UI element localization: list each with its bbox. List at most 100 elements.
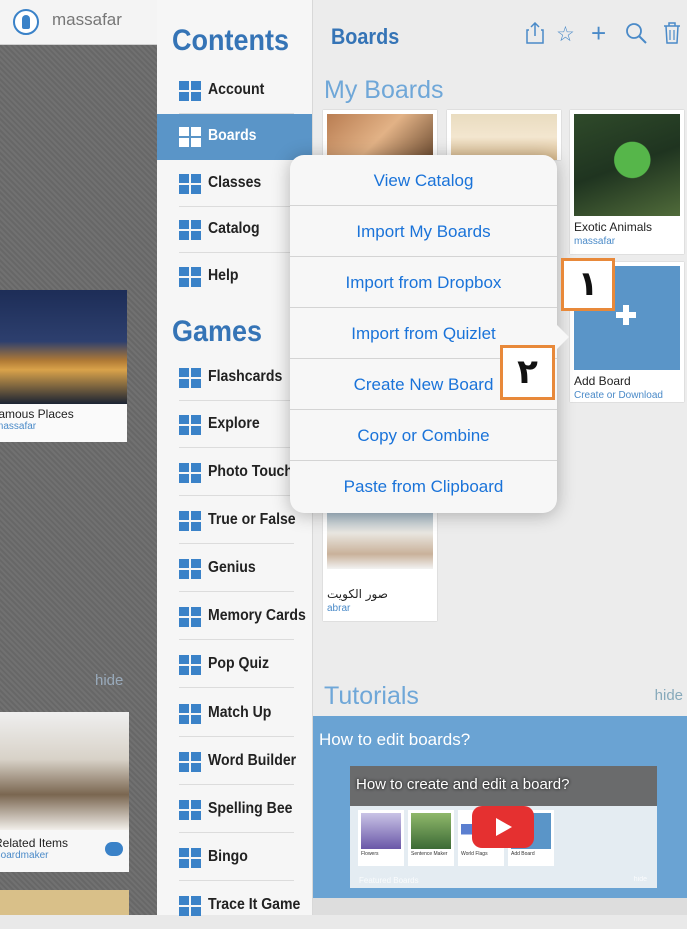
nav-item-label: Match Up <box>208 704 272 721</box>
menu-item-paste-clipboard[interactable]: Paste from Clipboard <box>290 461 557 512</box>
grid-icon <box>179 220 201 240</box>
separator <box>179 447 294 448</box>
famous-places-owner: massafar <box>0 421 37 432</box>
contents-title: Contents <box>172 24 289 57</box>
nav-item-flashcards[interactable]: Flashcards <box>157 355 312 401</box>
grid-icon <box>179 800 201 820</box>
nav-item-true-or-false[interactable]: True or False <box>157 498 312 544</box>
separator <box>179 252 294 253</box>
board-tile-cat[interactable] <box>323 110 437 160</box>
separator <box>179 880 294 881</box>
grid-icon <box>179 463 201 483</box>
separator <box>179 543 294 544</box>
tutorial-box: How to edit boards? How to create and ed… <box>313 716 687 898</box>
menu-item-copy-combine[interactable]: Copy or Combine <box>290 410 557 461</box>
nav-item-label: True or False <box>208 511 296 528</box>
user-name: massafar <box>52 10 122 29</box>
board-owner: massafar <box>574 236 616 247</box>
board-tile-child[interactable] <box>447 110 561 160</box>
user-bar[interactable]: massafar <box>0 0 157 45</box>
grid-icon <box>179 559 201 579</box>
my-boards-title: My Boards <box>324 76 444 104</box>
famous-places-tile[interactable]: Famous Places massafar <box>0 290 127 442</box>
video-hide-label: hide <box>633 876 647 883</box>
share-icon[interactable] <box>526 21 544 50</box>
child-image <box>451 114 557 160</box>
video-card-label: World Flags <box>461 851 488 857</box>
grid-icon <box>179 752 201 772</box>
trash-icon[interactable] <box>663 22 681 50</box>
bottom-bar <box>313 898 687 915</box>
grid-icon <box>179 511 201 531</box>
nav-item-catalog[interactable]: Catalog <box>157 207 312 253</box>
nav-item-classes[interactable]: Classes <box>157 161 312 207</box>
cloud-download-icon[interactable] <box>105 842 123 856</box>
tutorials-title: Tutorials <box>324 682 419 710</box>
related-items-image <box>0 712 129 830</box>
board-title: Add Board <box>574 374 631 388</box>
separator <box>179 591 294 592</box>
grid-icon <box>179 704 201 724</box>
games-title: Games <box>172 315 263 348</box>
nav-item-label: Memory Cards <box>208 607 306 624</box>
nav-item-label: Boards <box>208 127 257 144</box>
callout-two: ٢ <box>500 345 555 400</box>
nav-item-label: Word Builder <box>208 752 297 769</box>
hide-link[interactable]: hide <box>95 672 123 689</box>
play-icon[interactable] <box>472 806 534 848</box>
featured-boards-label: Featured Boards <box>359 876 419 885</box>
video-card-label: Flowers <box>361 851 379 857</box>
video-card-label: Sentence Maker <box>411 851 448 857</box>
popover-arrow <box>557 325 569 349</box>
board-title: صور الكويت <box>327 587 388 601</box>
grid-icon <box>179 81 201 101</box>
separator <box>179 832 294 833</box>
nav-item-match-up[interactable]: Match Up <box>157 691 312 737</box>
nav-item-label: Classes <box>208 174 262 191</box>
boards-title: Boards <box>331 24 400 49</box>
tutorial-video[interactable]: How to create and edit a board? Flowers … <box>350 766 657 888</box>
nav-item-bingo[interactable]: Bingo <box>157 835 312 881</box>
menu-item-import-dropbox[interactable]: Import from Dropbox <box>290 257 557 308</box>
video-card-image <box>361 813 401 849</box>
callout-one: ١ <box>561 258 615 311</box>
video-card: Flowers <box>358 810 404 866</box>
nav-item-pop-quiz[interactable]: Pop Quiz <box>157 642 312 688</box>
grid-icon <box>179 174 201 194</box>
board-owner: Create or Download <box>574 390 663 401</box>
boards-header: Boards ☆ + <box>313 0 687 62</box>
search-icon[interactable] <box>625 22 647 50</box>
nav-item-photo-touch[interactable]: Photo Touch <box>157 450 312 496</box>
separator <box>179 687 294 688</box>
star-icon[interactable]: ☆ <box>556 22 575 47</box>
board-tile-exotic-animals[interactable]: Exotic Animals massafar <box>570 110 684 254</box>
nav-item-account[interactable]: Account <box>157 68 312 114</box>
nav-item-word-builder[interactable]: Word Builder <box>157 739 312 785</box>
tutorial-question: How to edit boards? <box>319 730 471 749</box>
related-items-tile[interactable]: Related Items Boardmaker <box>0 712 129 872</box>
kuwait-image <box>327 509 433 569</box>
avatar[interactable] <box>13 9 39 35</box>
add-icon[interactable]: + <box>591 18 606 49</box>
separator <box>179 495 294 496</box>
nav-item-explore[interactable]: Explore <box>157 402 312 448</box>
nav-item-label: Flashcards <box>208 368 283 385</box>
menu-item-import-my-boards[interactable]: Import My Boards <box>290 206 557 257</box>
nav-item-label: Catalog <box>208 220 260 237</box>
nav-item-memory-cards[interactable]: Memory Cards <box>157 594 312 640</box>
tutorials-hide-link[interactable]: hide <box>655 687 683 704</box>
nav-item-trace-it-game[interactable]: Trace It Game <box>157 883 312 929</box>
nav-item-spelling-bee[interactable]: Spelling Bee <box>157 787 312 833</box>
nav-item-help[interactable]: Help <box>157 254 312 300</box>
grid-icon <box>179 267 201 287</box>
menu-item-view-catalog[interactable]: View Catalog <box>290 155 557 206</box>
board-tile-kuwait[interactable]: صور الكويت abrar <box>323 505 437 621</box>
nav-item-label: Bingo <box>208 848 248 865</box>
separator <box>179 400 294 401</box>
nav-item-label: Spelling Bee <box>208 800 293 817</box>
nav-item-boards[interactable]: Boards <box>157 114 312 160</box>
famous-places-image <box>0 290 127 404</box>
grid-icon <box>179 896 201 916</box>
nav-item-genius[interactable]: Genius <box>157 546 312 592</box>
board-owner: abrar <box>327 603 351 614</box>
